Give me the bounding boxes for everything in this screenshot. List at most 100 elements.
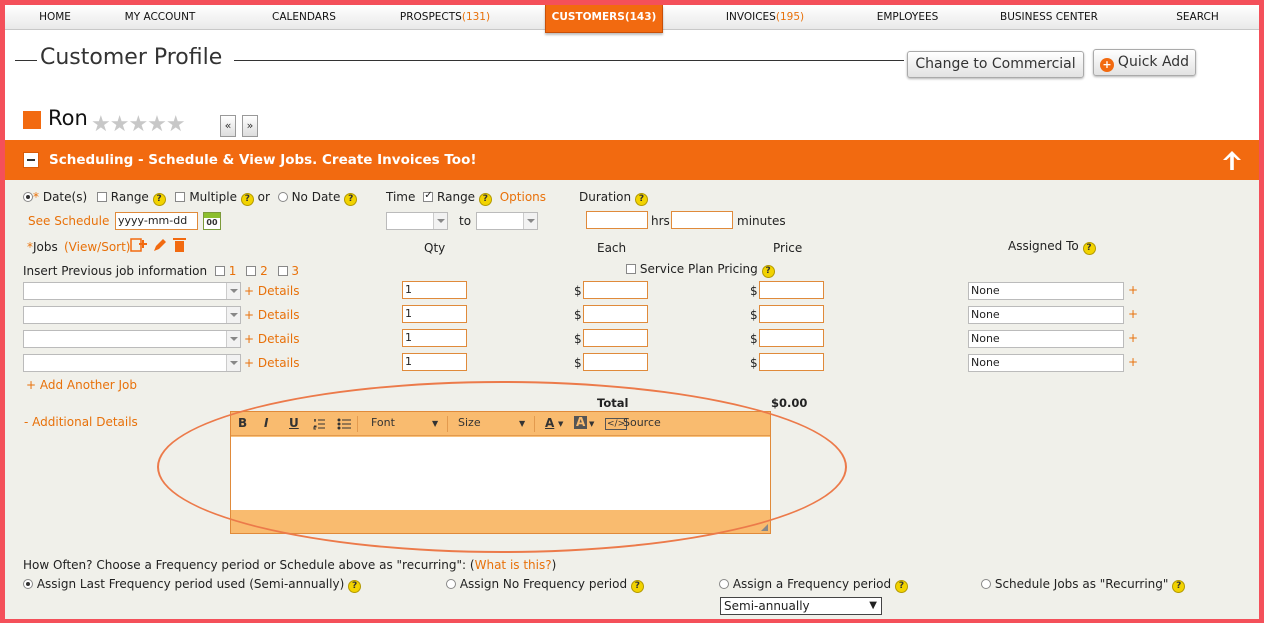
- view-sort-link[interactable]: (View/Sort): [64, 240, 130, 254]
- collapse-icon[interactable]: [23, 152, 39, 168]
- font-dropdown[interactable]: Font: [371, 416, 395, 429]
- job-select[interactable]: [23, 330, 241, 348]
- help-icon[interactable]: ?: [152, 193, 166, 206]
- qty-input[interactable]: 1: [402, 305, 467, 323]
- frequency-option-last[interactable]: Assign Last Frequency period used (Semi-…: [23, 577, 362, 593]
- add-another-job-link[interactable]: + Add Another Job: [26, 378, 137, 392]
- prev-job-3-checkbox[interactable]: [277, 266, 288, 276]
- service-plan-checkbox[interactable]: [626, 264, 636, 274]
- assigned-select[interactable]: None: [968, 330, 1124, 348]
- qty-input[interactable]: 1: [402, 353, 467, 371]
- assigned-select[interactable]: None: [968, 354, 1124, 372]
- job-select[interactable]: [23, 306, 241, 324]
- arrow-up-icon[interactable]: [1220, 148, 1244, 172]
- trash-icon: [173, 238, 186, 252]
- italic-button[interactable]: I: [264, 416, 268, 430]
- add-assignee-button[interactable]: +: [1128, 331, 1138, 345]
- frequency-option-assign[interactable]: Assign a Frequency period ?: [719, 577, 908, 593]
- see-schedule-link[interactable]: See Schedule: [28, 214, 109, 228]
- prev-job-2-checkbox[interactable]: [246, 266, 257, 276]
- frequency-period-select[interactable]: Semi-annually ▼: [720, 597, 882, 615]
- each-input[interactable]: [583, 281, 648, 299]
- bullet-list-icon[interactable]: [337, 418, 351, 430]
- dates-radio[interactable]: [23, 192, 33, 202]
- background-color-button[interactable]: A: [574, 416, 588, 429]
- date-range-checkbox[interactable]: [96, 192, 107, 202]
- nav-invoices[interactable]: INVOICES(195): [720, 5, 810, 30]
- job-select[interactable]: [23, 354, 241, 372]
- job-details-link[interactable]: + Details: [244, 308, 299, 322]
- assigned-select[interactable]: None: [968, 282, 1124, 300]
- frequency-option-none[interactable]: Assign No Frequency period ?: [446, 577, 644, 593]
- nav-search[interactable]: SEARCH: [1170, 5, 1225, 30]
- frequency-assign-radio[interactable]: [719, 579, 729, 589]
- size-dropdown[interactable]: Size: [458, 416, 481, 429]
- frequency-option-recurring[interactable]: Schedule Jobs as "Recurring" ?: [981, 577, 1186, 593]
- text-color-button[interactable]: A: [545, 416, 554, 430]
- nav-home[interactable]: HOME: [25, 5, 85, 30]
- add-assignee-button[interactable]: +: [1128, 283, 1138, 297]
- time-options-link[interactable]: Options: [500, 190, 546, 204]
- rating-stars[interactable]: ★★★★★: [91, 114, 186, 136]
- scheduling-section-header[interactable]: Scheduling - Schedule & View Jobs. Creat…: [5, 140, 1259, 180]
- date-input[interactable]: yyyy-mm-dd: [115, 212, 198, 230]
- job-details-link[interactable]: + Details: [244, 356, 299, 370]
- frequency-recurring-radio[interactable]: [981, 579, 991, 589]
- resize-handle-icon[interactable]: [761, 524, 768, 531]
- previous-customer-button[interactable]: «: [220, 115, 236, 137]
- additional-details-toggle[interactable]: - Additional Details: [24, 415, 138, 429]
- price-input[interactable]: [759, 329, 824, 347]
- frequency-none-radio[interactable]: [446, 579, 456, 589]
- help-icon[interactable]: ?: [634, 193, 648, 206]
- help-icon[interactable]: ?: [894, 580, 908, 593]
- nav-customers[interactable]: CUSTOMERS(143): [545, 5, 663, 33]
- calendar-icon[interactable]: 00: [203, 212, 221, 230]
- add-assignee-button[interactable]: +: [1128, 355, 1138, 369]
- help-icon[interactable]: ?: [344, 193, 358, 206]
- change-to-commercial-button[interactable]: Change to Commercial: [907, 51, 1084, 78]
- help-icon[interactable]: ?: [1172, 580, 1186, 593]
- numbered-list-icon[interactable]: [313, 418, 325, 430]
- nav-employees[interactable]: EMPLOYEES: [870, 5, 945, 30]
- price-input[interactable]: [759, 353, 824, 371]
- no-date-radio[interactable]: [277, 192, 288, 202]
- underline-button[interactable]: U: [289, 416, 299, 430]
- bold-button[interactable]: B: [238, 416, 247, 430]
- start-time-select[interactable]: [386, 212, 448, 230]
- end-time-select[interactable]: [476, 212, 538, 230]
- quick-add-button[interactable]: + Quick Add: [1093, 49, 1196, 76]
- what-is-this-link[interactable]: What is this?: [475, 558, 552, 572]
- multiple-dates-checkbox[interactable]: [175, 192, 186, 202]
- help-icon[interactable]: ?: [761, 265, 775, 278]
- price-input[interactable]: [759, 305, 824, 323]
- qty-input[interactable]: 1: [402, 329, 467, 347]
- help-icon[interactable]: ?: [630, 580, 644, 593]
- editor-text-area[interactable]: [231, 437, 770, 510]
- help-icon[interactable]: ?: [478, 193, 492, 206]
- add-assignee-button[interactable]: +: [1128, 307, 1138, 321]
- nav-business-center[interactable]: BUSINESS CENTER: [998, 5, 1100, 30]
- job-select[interactable]: [23, 282, 241, 300]
- time-range-checkbox[interactable]: [423, 190, 434, 202]
- duration-hours-input[interactable]: [586, 211, 648, 229]
- nav-calendars[interactable]: CALENDARS: [260, 5, 348, 30]
- help-icon[interactable]: ?: [240, 193, 254, 206]
- each-input[interactable]: [583, 353, 648, 371]
- source-button[interactable]: Source: [623, 416, 661, 429]
- currency-symbol: $: [574, 284, 582, 298]
- job-details-link[interactable]: + Details: [244, 332, 299, 346]
- next-customer-button[interactable]: »: [242, 115, 258, 137]
- nav-prospects[interactable]: PROSPECTS(131): [395, 5, 495, 30]
- job-details-link[interactable]: + Details: [244, 284, 299, 298]
- each-input[interactable]: [583, 329, 648, 347]
- price-input[interactable]: [759, 281, 824, 299]
- duration-minutes-input[interactable]: [671, 211, 733, 229]
- prev-job-1-checkbox[interactable]: [214, 266, 225, 276]
- qty-input[interactable]: 1: [402, 281, 467, 299]
- frequency-last-radio[interactable]: [23, 579, 33, 589]
- help-icon[interactable]: ?: [1082, 242, 1096, 255]
- nav-my-account[interactable]: MY ACCOUNT: [115, 5, 205, 30]
- assigned-select[interactable]: None: [968, 306, 1124, 324]
- help-icon[interactable]: ?: [348, 580, 362, 593]
- each-input[interactable]: [583, 305, 648, 323]
